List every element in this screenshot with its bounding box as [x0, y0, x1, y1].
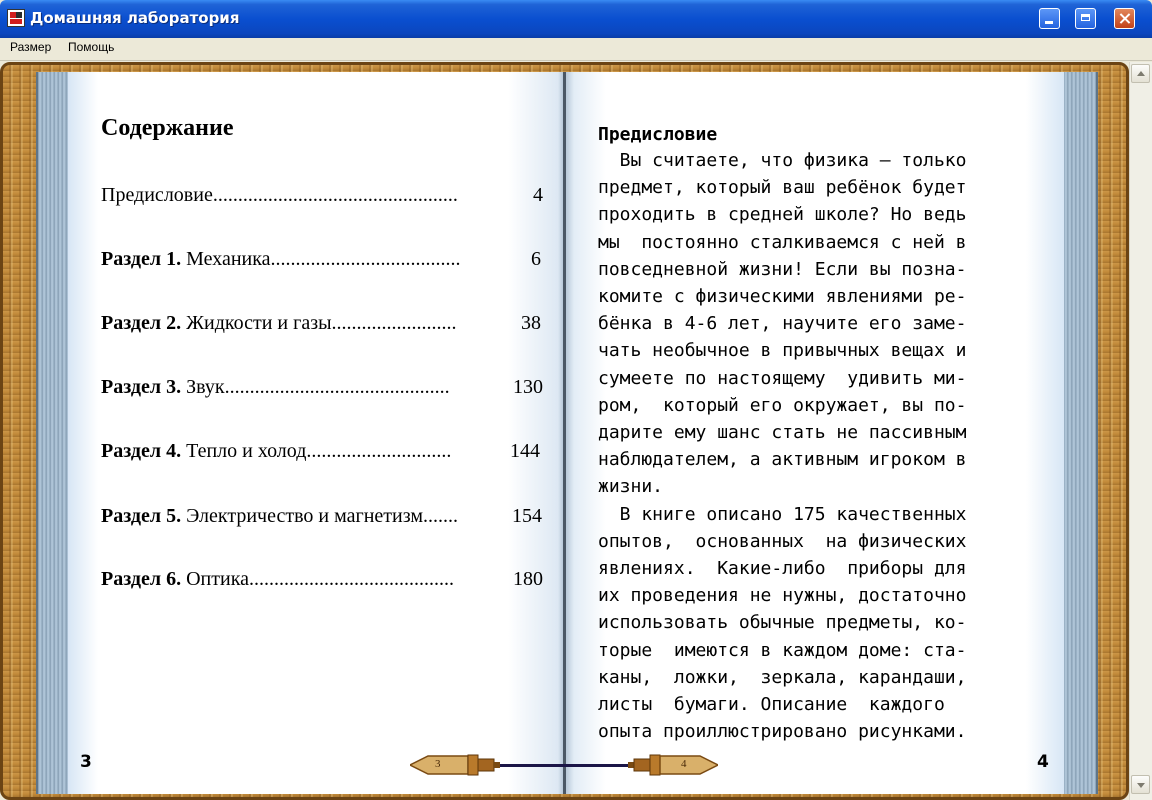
toc-page: 180	[513, 568, 543, 590]
toc-item-section-5[interactable]: Раздел 5. Электричество и магнетизм.....…	[101, 505, 542, 528]
preface-text-line: Вы считаете, что физика – только	[598, 150, 967, 171]
arrow-right-icon	[628, 754, 720, 776]
preface-text-line: торые имеются в каждом доме: ста-	[598, 639, 967, 661]
toc-item-section-1[interactable]: Раздел 1. Механика......................…	[101, 248, 541, 271]
preface-text-line: повседневной жизни! Если вы позна-	[598, 258, 967, 280]
preface-text-line: ром, который его окружает, вы по-	[598, 394, 967, 416]
preface-text-line: бёнка в 4-6 лет, научите его заме-	[598, 313, 967, 335]
arrow-left-icon	[408, 754, 500, 776]
toc-item-section-4[interactable]: Раздел 4. Тепло и холод.................…	[101, 440, 540, 463]
scroll-down-arrow-icon[interactable]	[1131, 775, 1150, 794]
preface-text-line: их проведения не нужны, достаточно	[598, 585, 967, 607]
toc-prefix: Раздел 4.	[101, 440, 182, 462]
app-icon[interactable]	[7, 9, 25, 27]
toc-text: Электричество и магнетизм.......	[181, 505, 459, 527]
toc-item-section-2[interactable]: Раздел 2. Жидкости и газы...............…	[101, 312, 541, 335]
toc-text: Жидкости и газы.........................	[181, 312, 457, 334]
toc-page: 144	[510, 440, 540, 462]
maximize-button[interactable]	[1075, 8, 1096, 29]
nav-rod	[490, 764, 640, 767]
preface-text-line: чать необычное в привычных вещах и	[598, 340, 967, 362]
next-page-label: 4	[681, 758, 687, 770]
scroll-up-arrow-icon[interactable]	[1131, 64, 1150, 83]
toc-item-preface[interactable]: Предисловие.............................…	[101, 184, 543, 207]
toc-text: Предисловие.............................…	[101, 184, 458, 206]
preface-text-line: каны, ложки, зеркала, карандаши,	[598, 666, 967, 688]
preface-text-line: опыта проиллюстрировано рисунками.	[598, 721, 967, 743]
preface-text-line: комите с физическими явлениями ре-	[598, 286, 967, 307]
minimize-button[interactable]	[1039, 8, 1060, 29]
preface-text-line: опытов, основанных на физических	[598, 530, 967, 552]
toc-text: Оптика..................................…	[181, 568, 454, 590]
menu-help[interactable]: Помощь	[68, 40, 114, 54]
toc-page: 6	[531, 248, 541, 270]
preface-text-line: жизни.	[598, 476, 664, 498]
preface-text-line: проходить в средней школе? Но ведь	[598, 204, 967, 226]
toc-prefix: Раздел 3.	[101, 376, 182, 398]
prev-page-label: 3	[435, 758, 441, 770]
toc-text: Механика................................…	[181, 248, 461, 270]
left-page-number: 3	[80, 752, 92, 772]
toc-page: 154	[512, 505, 542, 527]
vertical-scrollbar[interactable]	[1129, 62, 1152, 800]
close-button[interactable]	[1114, 8, 1135, 29]
prev-page-button[interactable]: 3	[408, 753, 500, 777]
preface-text-line: дарите ему шанс стать не пассивным	[598, 422, 967, 443]
preface-heading: Предисловие	[598, 124, 718, 145]
toc-text: Звук....................................…	[181, 376, 450, 398]
toc-prefix: Раздел 1.	[101, 248, 182, 270]
title-bar: Домашняя лаборатория	[0, 0, 1152, 38]
toc-prefix: Раздел 2.	[101, 312, 182, 334]
toc-page: 4	[533, 184, 543, 206]
menu-bar: Размер Помощь	[0, 38, 1152, 61]
preface-text-line: использовать обычные предметы, ко-	[598, 612, 967, 634]
left-page[interactable]	[68, 72, 563, 794]
toc-page: 38	[521, 312, 541, 334]
preface-text-line: листы бумаги. Описание каждого	[598, 694, 945, 715]
preface-text-line: В книге описано 175 качественных	[598, 503, 967, 525]
book-spine	[563, 72, 566, 794]
toc-item-section-3[interactable]: Раздел 3. Звук..........................…	[101, 376, 543, 399]
menu-size[interactable]: Размер	[10, 40, 51, 54]
page-stack-right	[1064, 72, 1098, 794]
toc-prefix: Раздел 6.	[101, 568, 182, 590]
preface-text-line: сумеете по настоящему удивить ми-	[598, 367, 967, 389]
toc-page: 130	[513, 376, 543, 398]
preface-text-line: явлениях. Какие-либо приборы для	[598, 558, 967, 579]
next-page-button[interactable]: 4	[628, 753, 720, 777]
preface-text-line: наблюдателем, а активным игроком в	[598, 449, 967, 471]
page-stack-left	[36, 72, 70, 794]
toc-item-section-6[interactable]: Раздел 6. Оптика........................…	[101, 568, 543, 591]
contents-heading: Содержание	[101, 115, 234, 141]
window-title: Домашняя лаборатория	[30, 9, 240, 27]
preface-text-line: мы постоянно сталкиваемся с ней в	[598, 231, 967, 253]
toc-text: Тепло и холод...........................…	[181, 440, 452, 462]
right-page-number: 4	[1037, 752, 1049, 772]
toc-prefix: Раздел 5.	[101, 505, 182, 527]
preface-text-line: предмет, который ваш ребёнок будет	[598, 177, 967, 199]
